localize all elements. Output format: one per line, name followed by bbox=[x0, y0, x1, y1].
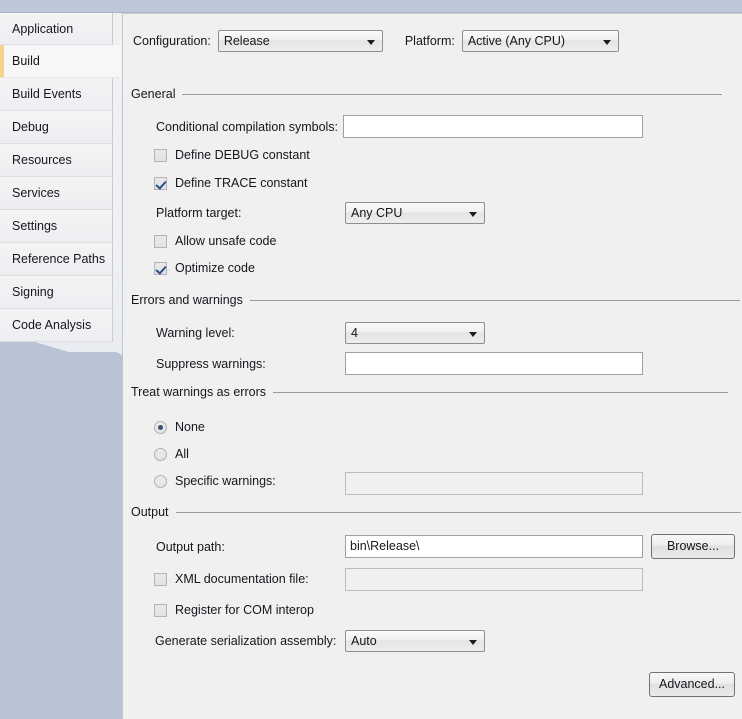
advanced-button[interactable]: Advanced... bbox=[649, 672, 735, 697]
optimize-code-label: Optimize code bbox=[175, 261, 255, 275]
treat-specific-row[interactable]: Specific warnings: bbox=[154, 474, 276, 488]
treat-specific-label: Specific warnings: bbox=[175, 474, 276, 488]
chevron-down-icon bbox=[469, 332, 477, 337]
chevron-down-icon bbox=[469, 640, 477, 645]
window-top-band bbox=[0, 0, 742, 13]
output-group-label: Output bbox=[131, 505, 169, 519]
platform-label: Platform: bbox=[404, 34, 455, 48]
configuration-dropdown[interactable]: Release bbox=[217, 30, 383, 52]
register-com-row[interactable]: Register for COM interop bbox=[154, 603, 314, 617]
sidebar-item-debug[interactable]: Debug bbox=[0, 111, 113, 144]
define-trace-checkbox[interactable] bbox=[154, 176, 167, 190]
warning-level-label: Warning level: bbox=[156, 326, 235, 340]
platform-dropdown[interactable]: Active (Any CPU) bbox=[461, 30, 619, 52]
register-com-label: Register for COM interop bbox=[175, 603, 314, 617]
xml-documentation-label: XML documentation file: bbox=[175, 572, 309, 586]
sidebar-tab-list: Application Build Build Events Debug Resourc… bbox=[0, 12, 122, 342]
sidebar-item-services[interactable]: Services bbox=[0, 177, 113, 210]
xml-documentation-checkbox[interactable] bbox=[154, 572, 167, 586]
output-path-input[interactable]: bin\Release\ bbox=[345, 535, 643, 558]
chevron-down-icon bbox=[469, 212, 477, 217]
xml-doc-row[interactable]: XML documentation file: bbox=[154, 572, 309, 586]
sidebar-background-field bbox=[0, 352, 122, 719]
sidebar-item-build[interactable]: Build bbox=[0, 45, 121, 78]
treat-none-row[interactable]: None bbox=[154, 420, 205, 434]
define-debug-checkbox[interactable] bbox=[154, 148, 167, 162]
warning-level-value: 4 bbox=[351, 326, 358, 340]
configuration-value: Release bbox=[223, 34, 270, 48]
sidebar: Application Build Build Events Debug Resourc… bbox=[0, 0, 122, 719]
sidebar-item-label: Build Events bbox=[12, 87, 82, 101]
treat-specific-radio[interactable] bbox=[154, 474, 167, 488]
sidebar-item-label: Reference Paths bbox=[12, 252, 106, 266]
platform-target-dropdown[interactable]: Any CPU bbox=[345, 202, 485, 224]
allow-unsafe-checkbox[interactable] bbox=[154, 234, 167, 248]
sidebar-item-label: Debug bbox=[12, 120, 49, 134]
sidebar-item-build-events[interactable]: Build Events bbox=[0, 78, 113, 111]
treat-warnings-group-label: Treat warnings as errors bbox=[131, 385, 266, 399]
treat-none-radio[interactable] bbox=[154, 420, 167, 434]
general-group-label: General bbox=[131, 87, 176, 101]
treat-all-label: All bbox=[175, 447, 189, 461]
sidebar-item-label: Signing bbox=[12, 285, 54, 299]
sidebar-item-label: Services bbox=[12, 186, 60, 200]
suppress-warnings-label: Suppress warnings: bbox=[156, 357, 266, 371]
chevron-down-icon bbox=[366, 40, 375, 45]
output-group-header: Output bbox=[131, 505, 742, 519]
platform-target-label: Platform target: bbox=[156, 206, 242, 220]
serialization-assembly-label: Generate serialization assembly: bbox=[155, 634, 337, 648]
sidebar-item-reference-paths[interactable]: Reference Paths bbox=[0, 243, 113, 276]
treat-warnings-group-header: Treat warnings as errors bbox=[131, 385, 742, 399]
errors-warnings-group-header: Errors and warnings bbox=[131, 293, 742, 307]
platform-target-value: Any CPU bbox=[351, 206, 403, 220]
suppress-warnings-input[interactable] bbox=[345, 352, 643, 375]
define-debug-label: Define DEBUG constant bbox=[175, 148, 310, 162]
sidebar-item-label: Application bbox=[12, 22, 74, 36]
group-separator-line bbox=[175, 511, 741, 513]
browse-button[interactable]: Browse... bbox=[651, 534, 735, 559]
output-path-value: bin\Release\ bbox=[350, 539, 420, 553]
define-trace-label: Define TRACE constant bbox=[175, 176, 308, 190]
conditional-symbols-label: Conditional compilation symbols: bbox=[156, 120, 339, 134]
treat-all-row[interactable]: All bbox=[154, 447, 189, 461]
define-trace-row[interactable]: Define TRACE constant bbox=[154, 176, 307, 190]
optimize-code-row[interactable]: Optimize code bbox=[154, 261, 255, 275]
allow-unsafe-row[interactable]: Allow unsafe code bbox=[154, 234, 276, 248]
sidebar-item-signing[interactable]: Signing bbox=[0, 276, 113, 309]
serialization-assembly-value: Auto bbox=[351, 634, 377, 648]
chevron-down-icon bbox=[602, 40, 611, 45]
treat-none-label: None bbox=[175, 420, 205, 434]
sidebar-item-application[interactable]: Application bbox=[0, 12, 113, 45]
register-com-checkbox[interactable] bbox=[154, 603, 167, 617]
sidebar-item-label: Build bbox=[12, 54, 40, 68]
treat-all-radio[interactable] bbox=[154, 447, 167, 461]
define-debug-row[interactable]: Define DEBUG constant bbox=[154, 148, 310, 162]
xml-documentation-input[interactable] bbox=[345, 568, 643, 591]
allow-unsafe-label: Allow unsafe code bbox=[175, 234, 277, 248]
sidebar-item-resources[interactable]: Resources bbox=[0, 144, 113, 177]
group-separator-line bbox=[273, 391, 728, 393]
build-settings-panel: Configuration: Release Platform: Active … bbox=[122, 13, 742, 719]
optimize-code-checkbox[interactable] bbox=[154, 261, 167, 275]
conditional-symbols-input[interactable] bbox=[343, 115, 643, 138]
sidebar-item-settings[interactable]: Settings bbox=[0, 210, 113, 243]
sidebar-item-label: Code Analysis bbox=[12, 318, 92, 332]
sidebar-item-label: Resources bbox=[12, 153, 72, 167]
output-path-label: Output path: bbox=[156, 540, 225, 554]
treat-specific-input[interactable] bbox=[345, 472, 643, 495]
sidebar-item-label: Settings bbox=[12, 219, 58, 233]
warning-level-dropdown[interactable]: 4 bbox=[345, 322, 485, 344]
errors-warnings-group-label: Errors and warnings bbox=[131, 293, 243, 307]
platform-value: Active (Any CPU) bbox=[467, 34, 566, 48]
group-separator-line bbox=[182, 93, 723, 95]
group-separator-line bbox=[249, 299, 740, 301]
configuration-label: Configuration: bbox=[133, 34, 211, 48]
serialization-assembly-dropdown[interactable]: Auto bbox=[345, 630, 485, 652]
configuration-row: Configuration: Release Platform: Active … bbox=[133, 30, 619, 52]
sidebar-item-code-analysis[interactable]: Code Analysis bbox=[0, 309, 113, 342]
general-group-header: General bbox=[131, 87, 742, 101]
